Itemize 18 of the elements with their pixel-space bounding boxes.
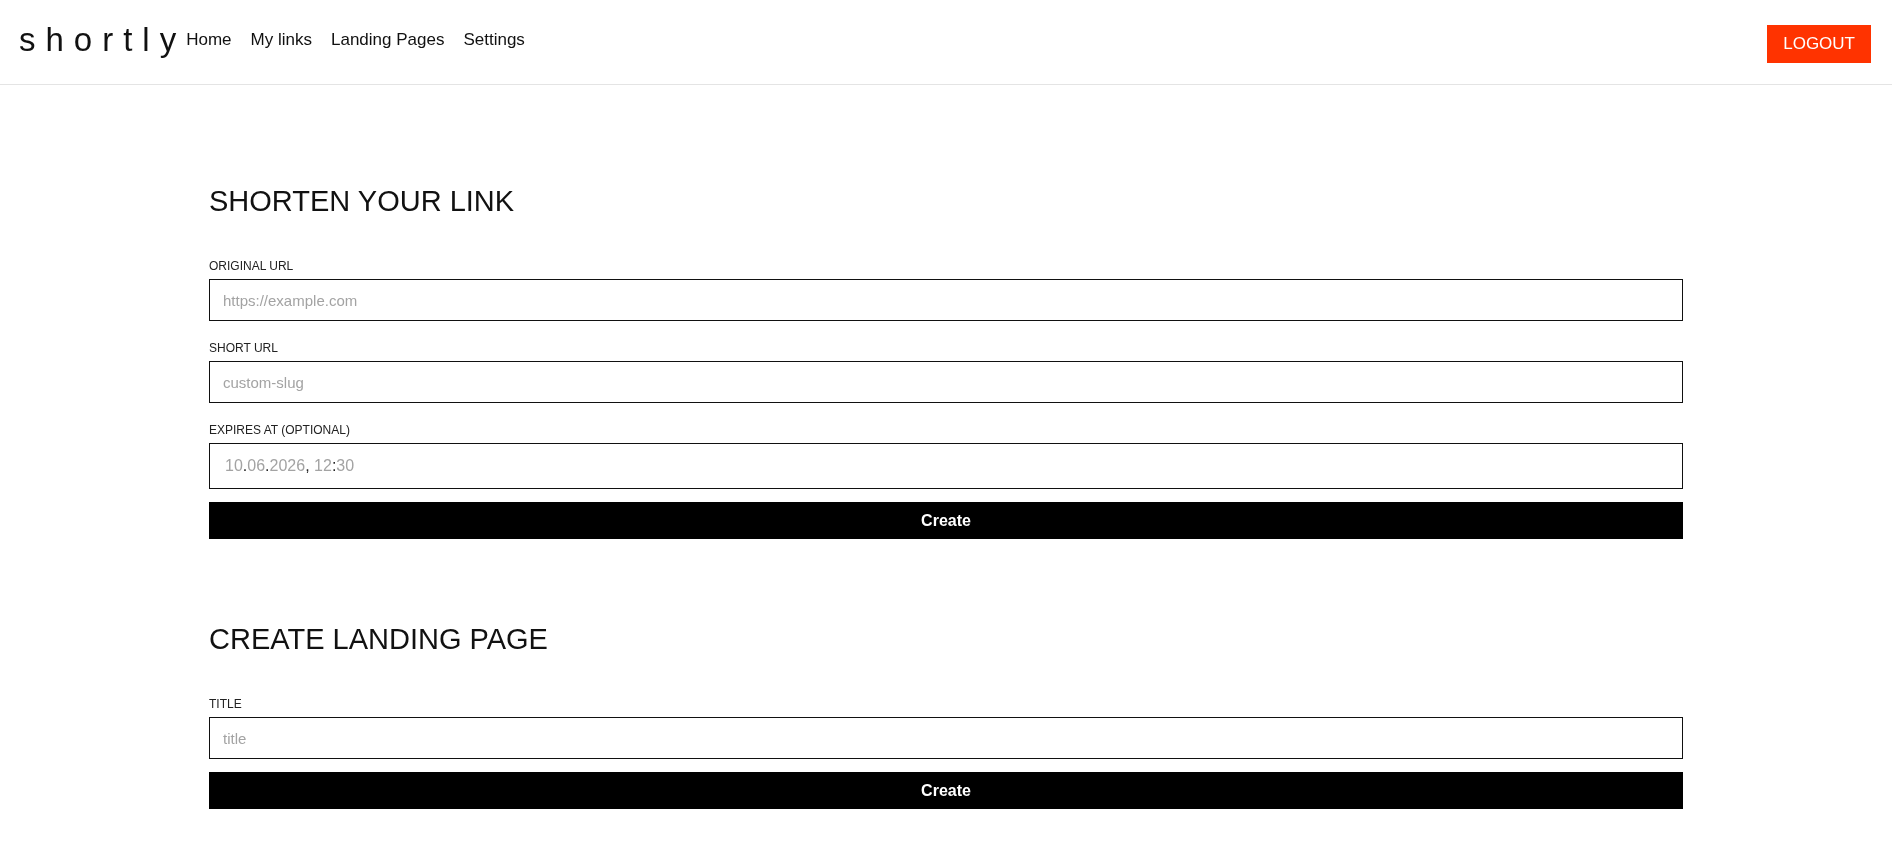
nav-link[interactable]: Settings bbox=[463, 30, 525, 50]
nav-link[interactable]: Home bbox=[186, 30, 232, 50]
field-label: EXPIRES AT (OPTIONAL) bbox=[209, 423, 351, 437]
nav-link[interactable]: My links bbox=[250, 30, 312, 50]
field-label: TITLE bbox=[209, 697, 243, 711]
field-label: SHORT URL bbox=[209, 341, 279, 355]
create-button[interactable]: Create bbox=[209, 772, 1683, 809]
date-time-field[interactable]: 10.06.2026, 12:30 bbox=[209, 443, 1683, 489]
create-button[interactable]: Create bbox=[209, 502, 1683, 539]
logout-button[interactable]: LOGOUT bbox=[1767, 25, 1871, 63]
text-input-field[interactable]: title bbox=[209, 717, 1683, 759]
text-input-field[interactable]: https://example.com bbox=[209, 279, 1683, 321]
section-title: SHORTEN YOUR LINK bbox=[209, 184, 516, 219]
section-title: CREATE LANDING PAGE bbox=[209, 622, 549, 657]
field-label: ORIGINAL URL bbox=[209, 259, 295, 273]
text-input-field[interactable]: custom-slug bbox=[209, 361, 1683, 403]
nav-link[interactable]: Landing Pages bbox=[330, 30, 445, 50]
logo-text: shortly bbox=[19, 20, 187, 60]
